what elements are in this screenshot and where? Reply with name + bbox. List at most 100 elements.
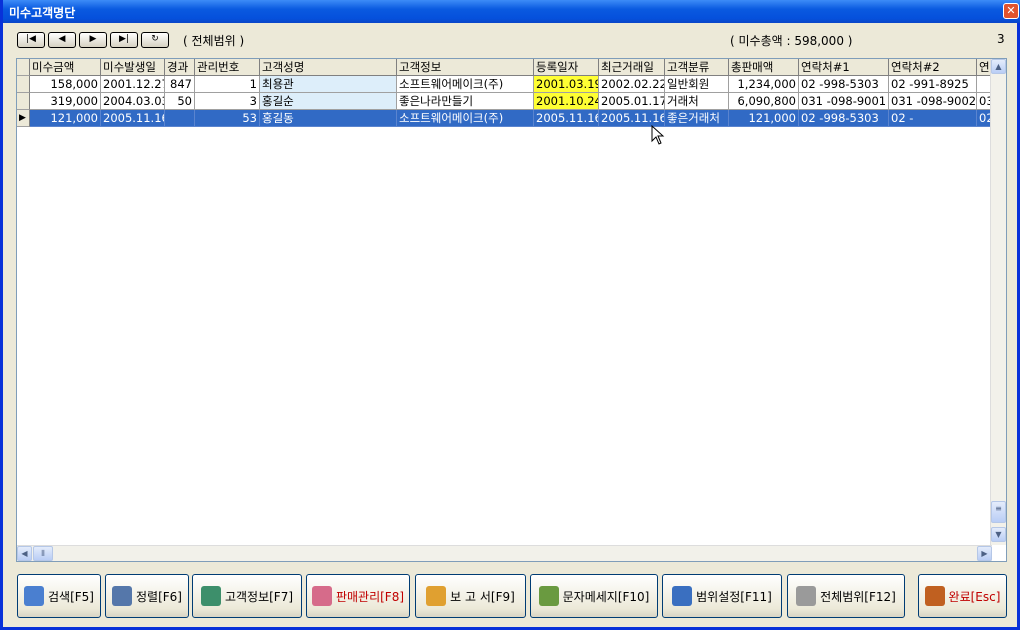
table-cell[interactable]: 2005.11.16 bbox=[101, 110, 165, 127]
table-cell[interactable]: 02 -998-5303 bbox=[799, 110, 889, 127]
table-cell[interactable]: 2001.10.24 bbox=[534, 93, 599, 110]
button-label: 문자메세지[F10] bbox=[562, 589, 650, 604]
column-header[interactable]: 고객성명 bbox=[260, 59, 397, 76]
window-title: 미수고객명단 bbox=[9, 6, 76, 20]
table-cell[interactable]: 6,090,800 bbox=[729, 93, 799, 110]
column-header[interactable]: 총판매액 bbox=[729, 59, 799, 76]
prev-record-button[interactable]: ◀ bbox=[48, 32, 76, 48]
message-icon bbox=[538, 586, 559, 606]
close-button[interactable]: ✕ bbox=[1003, 3, 1019, 19]
table-row[interactable]: ▶ 121,000 2005.11.16 53 홍길동 소프트웨어메이크(주) 2005.1… bbox=[17, 110, 992, 127]
table-cell[interactable]: 2001.03.19 bbox=[534, 76, 599, 93]
button-label: 고객정보[F7] bbox=[224, 589, 294, 604]
column-header[interactable]: 최근거래일 bbox=[599, 59, 665, 76]
sort-icon bbox=[112, 586, 132, 606]
range-icon bbox=[672, 586, 693, 606]
next-record-button[interactable]: ▶ bbox=[79, 32, 107, 48]
record-count: 3 bbox=[997, 32, 1005, 46]
report-icon bbox=[426, 586, 447, 606]
row-indicator[interactable]: ▶ bbox=[17, 110, 30, 127]
table-row[interactable]: 158,000 2001.12.27 847 1 최용관 소프트웨어메이크(주) 2001.… bbox=[17, 76, 992, 93]
table-cell[interactable]: 2002.02.22 bbox=[599, 76, 665, 93]
table-cell[interactable]: 좋은나라만들기 bbox=[397, 93, 534, 110]
data-grid[interactable]: 미수금액 미수발생일 경과 관리번호 고객성명 고객정보 등록일자 최근거래일 고객분류 총판매액… bbox=[16, 58, 1007, 562]
table-cell[interactable]: 158,000 bbox=[30, 76, 101, 93]
full-range-icon bbox=[796, 586, 817, 606]
sales-icon bbox=[311, 586, 332, 606]
scroll-right-icon[interactable]: ▶ bbox=[977, 546, 992, 561]
table-cell[interactable]: 031 -098-9001 bbox=[799, 93, 889, 110]
button-full-range[interactable]: 전체범위[F12] bbox=[787, 574, 905, 618]
column-header[interactable]: 경과 bbox=[165, 59, 195, 76]
button-sort[interactable]: 정렬[F6] bbox=[105, 574, 189, 618]
vertical-scrollbar[interactable]: ▲ ≡ ▼ bbox=[990, 59, 1006, 545]
table-row[interactable]: 319,000 2004.03.03 50 3 홍길순 좋은나라만들기 2001.10.24… bbox=[17, 93, 992, 110]
first-record-button[interactable]: |◀ bbox=[17, 32, 45, 48]
mouse-cursor-icon bbox=[651, 125, 665, 145]
table-cell[interactable]: 1 bbox=[195, 76, 260, 93]
exit-door-icon bbox=[924, 586, 945, 606]
button-label: 정렬[F6] bbox=[136, 589, 182, 604]
table-cell[interactable]: 121,000 bbox=[30, 110, 101, 127]
table-cell[interactable]: 121,000 bbox=[729, 110, 799, 127]
hscroll-thumb[interactable]: ⦀ bbox=[33, 546, 53, 561]
row-indicator[interactable] bbox=[17, 93, 30, 110]
button-range[interactable]: 범위설정[F11] bbox=[662, 574, 782, 618]
table-cell[interactable]: 031 -098-9002 bbox=[889, 93, 977, 110]
row-indicator[interactable] bbox=[17, 76, 30, 93]
table-cell[interactable]: 2005.11.16 bbox=[534, 110, 599, 127]
button-report[interactable]: 보 고 서[F9] bbox=[415, 574, 526, 618]
table-cell[interactable]: 소프트웨어메이크(주) bbox=[397, 76, 534, 93]
table-cell[interactable]: 50 bbox=[165, 93, 195, 110]
table-cell[interactable]: 02 -998-5303 bbox=[799, 76, 889, 93]
column-header[interactable]: 미수발생일 bbox=[101, 59, 165, 76]
table-cell[interactable]: 3 bbox=[195, 93, 260, 110]
header-corner bbox=[17, 59, 30, 76]
table-cell[interactable]: 02 - bbox=[889, 110, 977, 127]
table-cell[interactable] bbox=[165, 110, 195, 127]
button-label: 보 고 서[F9] bbox=[450, 589, 515, 604]
button-exit-door[interactable]: 완료[Esc] bbox=[918, 574, 1007, 618]
last-record-button[interactable]: ▶| bbox=[110, 32, 138, 48]
refresh-button[interactable]: ↻ bbox=[141, 32, 169, 48]
table-cell[interactable]: 319,000 bbox=[30, 93, 101, 110]
total-amount-label: ( 미수총액 : 598,000 ) bbox=[730, 34, 853, 48]
table-cell[interactable]: 소프트웨어메이크(주) bbox=[397, 110, 534, 127]
table-cell[interactable]: 일반회원 bbox=[665, 76, 729, 93]
column-header[interactable]: 고객정보 bbox=[397, 59, 534, 76]
column-header[interactable]: 미수금액 bbox=[30, 59, 101, 76]
button-message[interactable]: 문자메세지[F10] bbox=[530, 574, 658, 618]
column-header[interactable]: 등록일자 bbox=[534, 59, 599, 76]
scroll-up-icon[interactable]: ▲ bbox=[991, 59, 1006, 74]
column-header[interactable]: 연락처#1 bbox=[799, 59, 889, 76]
table-cell[interactable]: 2004.03.03 bbox=[101, 93, 165, 110]
column-header[interactable]: 관리번호 bbox=[195, 59, 260, 76]
button-sales[interactable]: 판매관리[F8] bbox=[306, 574, 410, 618]
table-cell[interactable]: 1,234,000 bbox=[729, 76, 799, 93]
column-header[interactable]: 연락처#2 bbox=[889, 59, 977, 76]
button-customer-info[interactable]: 고객정보[F7] bbox=[192, 574, 302, 618]
table-cell[interactable]: 02 -991-8925 bbox=[889, 76, 977, 93]
button-search[interactable]: 검색[F5] bbox=[17, 574, 101, 618]
customer-info-icon bbox=[200, 586, 221, 606]
button-label: 판매관리[F8] bbox=[335, 589, 405, 604]
table-cell[interactable]: 좋은거래처 bbox=[665, 110, 729, 127]
button-label: 범위설정[F11] bbox=[696, 589, 772, 604]
title-bar: 미수고객명단 ✕ bbox=[3, 0, 1020, 23]
horizontal-scrollbar[interactable]: ◀ ⦀ ▶ bbox=[17, 545, 992, 561]
button-label: 전체범위[F12] bbox=[820, 589, 896, 604]
window: 미수고객명단 ✕ |◀ ◀ ▶ ▶| ↻ ( 전체범위 ) ( 미수총액 : 5… bbox=[0, 0, 1020, 630]
column-header[interactable]: 고객분류 bbox=[665, 59, 729, 76]
table-cell[interactable]: 홍길순 bbox=[260, 93, 397, 110]
table-cell[interactable]: 847 bbox=[165, 76, 195, 93]
table-cell[interactable]: 2005.01.17 bbox=[599, 93, 665, 110]
scroll-left-icon[interactable]: ◀ bbox=[17, 546, 32, 561]
table-cell[interactable]: 홍길동 bbox=[260, 110, 397, 127]
table-cell[interactable]: 2001.12.27 bbox=[101, 76, 165, 93]
table-cell[interactable]: 거래처 bbox=[665, 93, 729, 110]
table-cell[interactable]: 53 bbox=[195, 110, 260, 127]
grid-header: 미수금액 미수발생일 경과 관리번호 고객성명 고객정보 등록일자 최근거래일 고객분류 총판매액… bbox=[17, 59, 992, 76]
scroll-down-icon[interactable]: ▼ bbox=[991, 527, 1006, 542]
table-cell[interactable]: 최용관 bbox=[260, 76, 397, 93]
scroll-thumb[interactable]: ≡ bbox=[991, 501, 1006, 523]
